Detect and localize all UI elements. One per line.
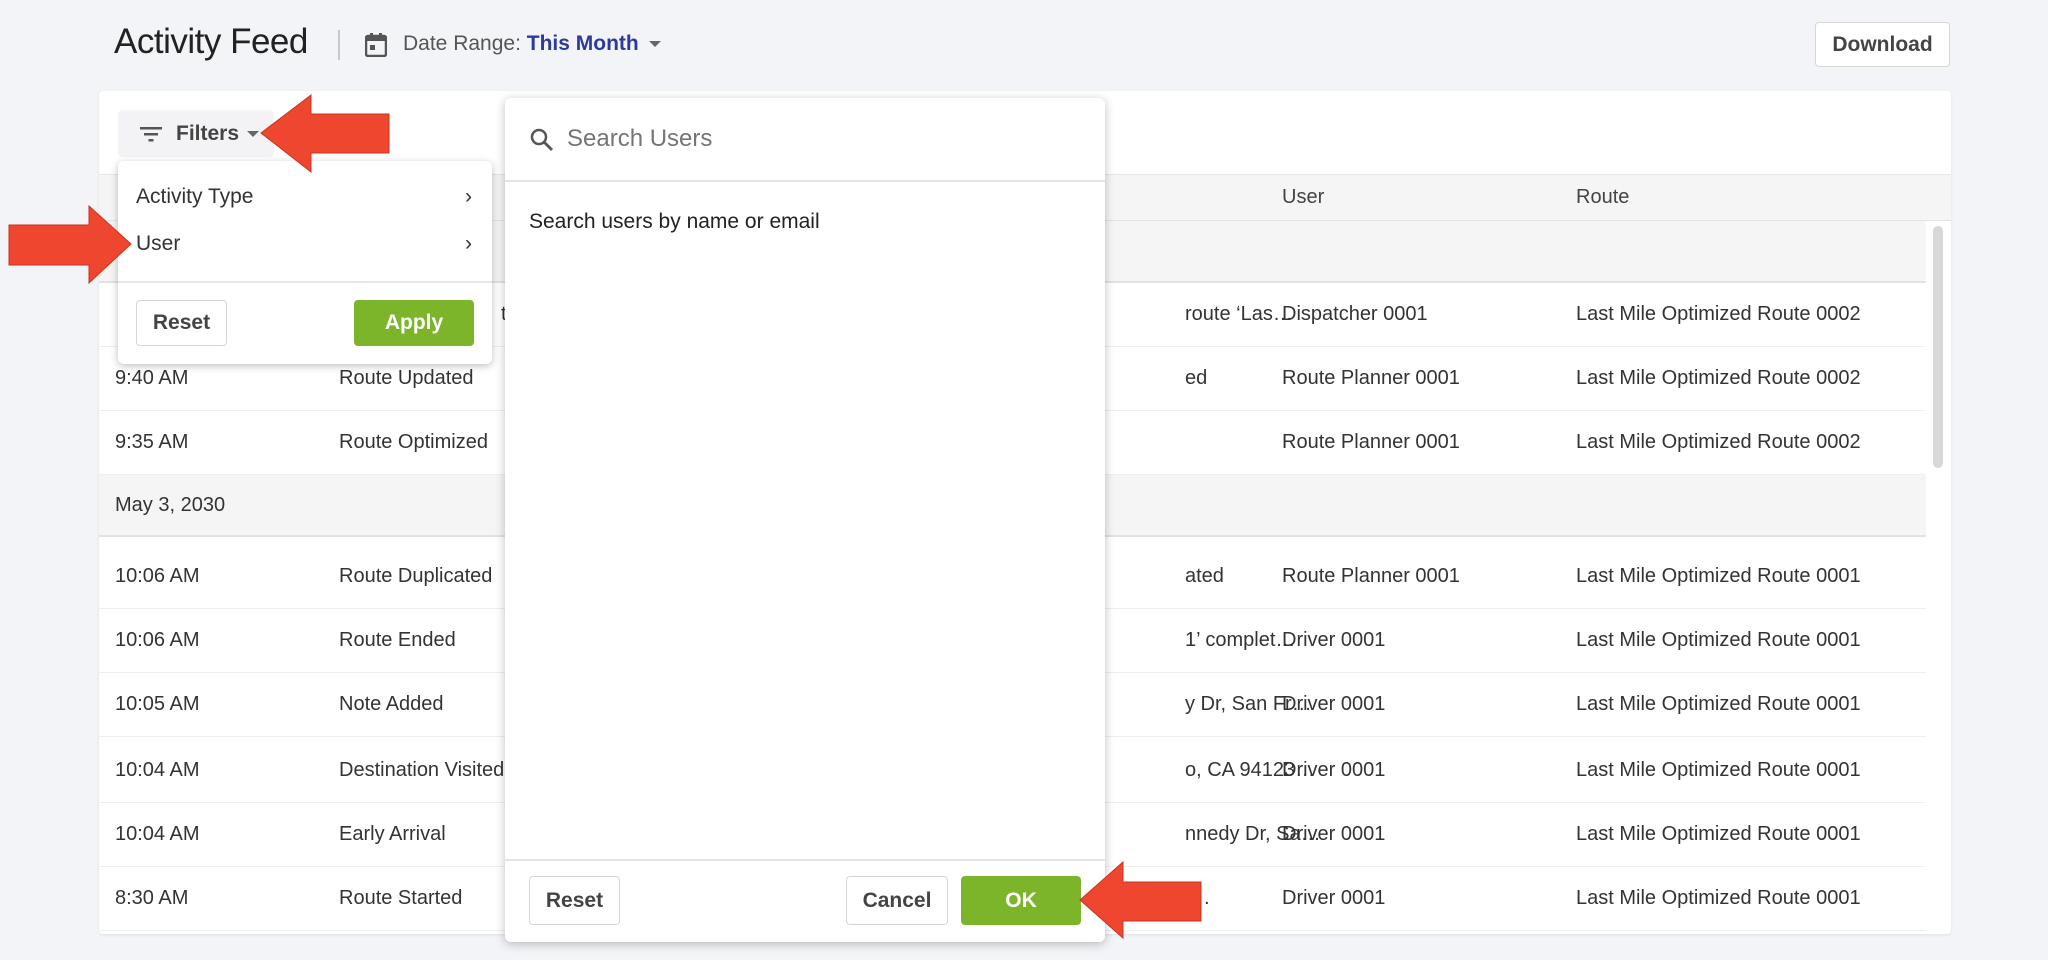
user-cell: Dispatcher 0001 — [1282, 303, 1428, 325]
route-cell: Last Mile Optimized Route 0001 — [1576, 629, 1861, 651]
filters-apply-button[interactable]: Apply — [354, 300, 474, 346]
menu-item-activity-type[interactable]: Activity Type › — [136, 185, 472, 209]
caret-down-icon — [648, 41, 661, 48]
route-cell: Last Mile Optimized Route 0001 — [1576, 823, 1861, 845]
activity-cell: Destination Visited — [339, 759, 505, 781]
route-cell: Last Mile Optimized Route 0001 — [1576, 759, 1861, 781]
search-users-input[interactable] — [567, 116, 1067, 162]
time-cell: 10:04 AM — [115, 759, 200, 781]
time-cell: 8:30 AM — [115, 887, 189, 909]
chevron-right-icon: › — [465, 232, 472, 255]
scrollbar[interactable] — [1933, 226, 1943, 468]
divider — [505, 859, 1105, 861]
divider — [118, 281, 492, 283]
time-cell: 10:06 AM — [115, 565, 200, 587]
activity-cell: Early Arrival — [339, 823, 446, 845]
route-cell: Last Mile Optimized Route 0002 — [1576, 431, 1861, 453]
activity-cell: Route Duplicated — [339, 565, 493, 587]
route-cell: Last Mile Optimized Route 0002 — [1576, 303, 1861, 325]
user-cell: Driver 0001 — [1282, 759, 1386, 781]
chevron-right-icon: › — [465, 185, 472, 208]
date-range-value: This Month — [526, 32, 639, 55]
user-filter-panel: Search users by name or email Reset Canc… — [505, 98, 1105, 942]
menu-item-user[interactable]: User › — [136, 232, 472, 256]
user-cell: Route Planner 0001 — [1282, 565, 1460, 587]
divider — [338, 30, 340, 60]
column-route[interactable]: Route — [1576, 175, 1629, 220]
time-cell: 10:04 AM — [115, 823, 200, 845]
download-button[interactable]: Download — [1815, 22, 1950, 67]
ok-button[interactable]: OK — [961, 876, 1081, 925]
group-date: May 3, 2030 — [115, 493, 226, 516]
route-cell: Last Mile Optimized Route 0001 — [1576, 565, 1861, 587]
activity-cell: Route Optimized — [339, 431, 488, 453]
menu-item-label: Activity Type — [136, 185, 254, 208]
description-cell: ated — [1185, 565, 1224, 587]
filters-menu: Activity Type › User › Reset Apply — [118, 161, 492, 364]
menu-item-label: User — [136, 232, 181, 255]
route-cell: Last Mile Optimized Route 0001 — [1576, 887, 1861, 909]
filters-button[interactable]: Filters — [118, 110, 274, 157]
column-user[interactable]: User — [1282, 175, 1324, 220]
user-cell: Driver 0001 — [1282, 887, 1386, 909]
page-title: Activity Feed — [114, 22, 308, 61]
cancel-button[interactable]: Cancel — [846, 876, 948, 925]
description-cell: f… — [1185, 887, 1211, 909]
search-hint: Search users by name or email — [529, 210, 820, 233]
divider — [505, 180, 1105, 182]
time-cell: 10:06 AM — [115, 629, 200, 651]
user-cell: Driver 0001 — [1282, 629, 1386, 651]
calendar-icon[interactable] — [365, 33, 387, 57]
activity-cell: Note Added — [339, 693, 444, 715]
user-cell: Route Planner 0001 — [1282, 367, 1460, 389]
user-cell: Driver 0001 — [1282, 823, 1386, 845]
activity-cell: Route Started — [339, 887, 463, 909]
search-icon — [530, 128, 553, 151]
description-cell: route ‘Las… — [1185, 303, 1293, 325]
date-range-label: Date Range: — [403, 32, 521, 55]
date-range-dropdown[interactable]: Date Range: This Month — [403, 32, 661, 56]
description-cell: ed — [1185, 367, 1208, 389]
time-cell: 9:35 AM — [115, 431, 189, 453]
time-cell: 10:05 AM — [115, 693, 200, 715]
user-cell: Route Planner 0001 — [1282, 431, 1460, 453]
filters-reset-button[interactable]: Reset — [136, 300, 227, 346]
filter-icon — [140, 126, 162, 141]
route-cell: Last Mile Optimized Route 0001 — [1576, 693, 1861, 715]
route-cell: Last Mile Optimized Route 0002 — [1576, 367, 1861, 389]
user-cell: Driver 0001 — [1282, 693, 1386, 715]
caret-down-icon — [247, 130, 260, 137]
user-reset-button[interactable]: Reset — [529, 876, 620, 925]
description-cell: 1’ complet… — [1185, 629, 1296, 651]
filters-label: Filters — [176, 121, 240, 145]
activity-cell: Route Ended — [339, 629, 456, 651]
